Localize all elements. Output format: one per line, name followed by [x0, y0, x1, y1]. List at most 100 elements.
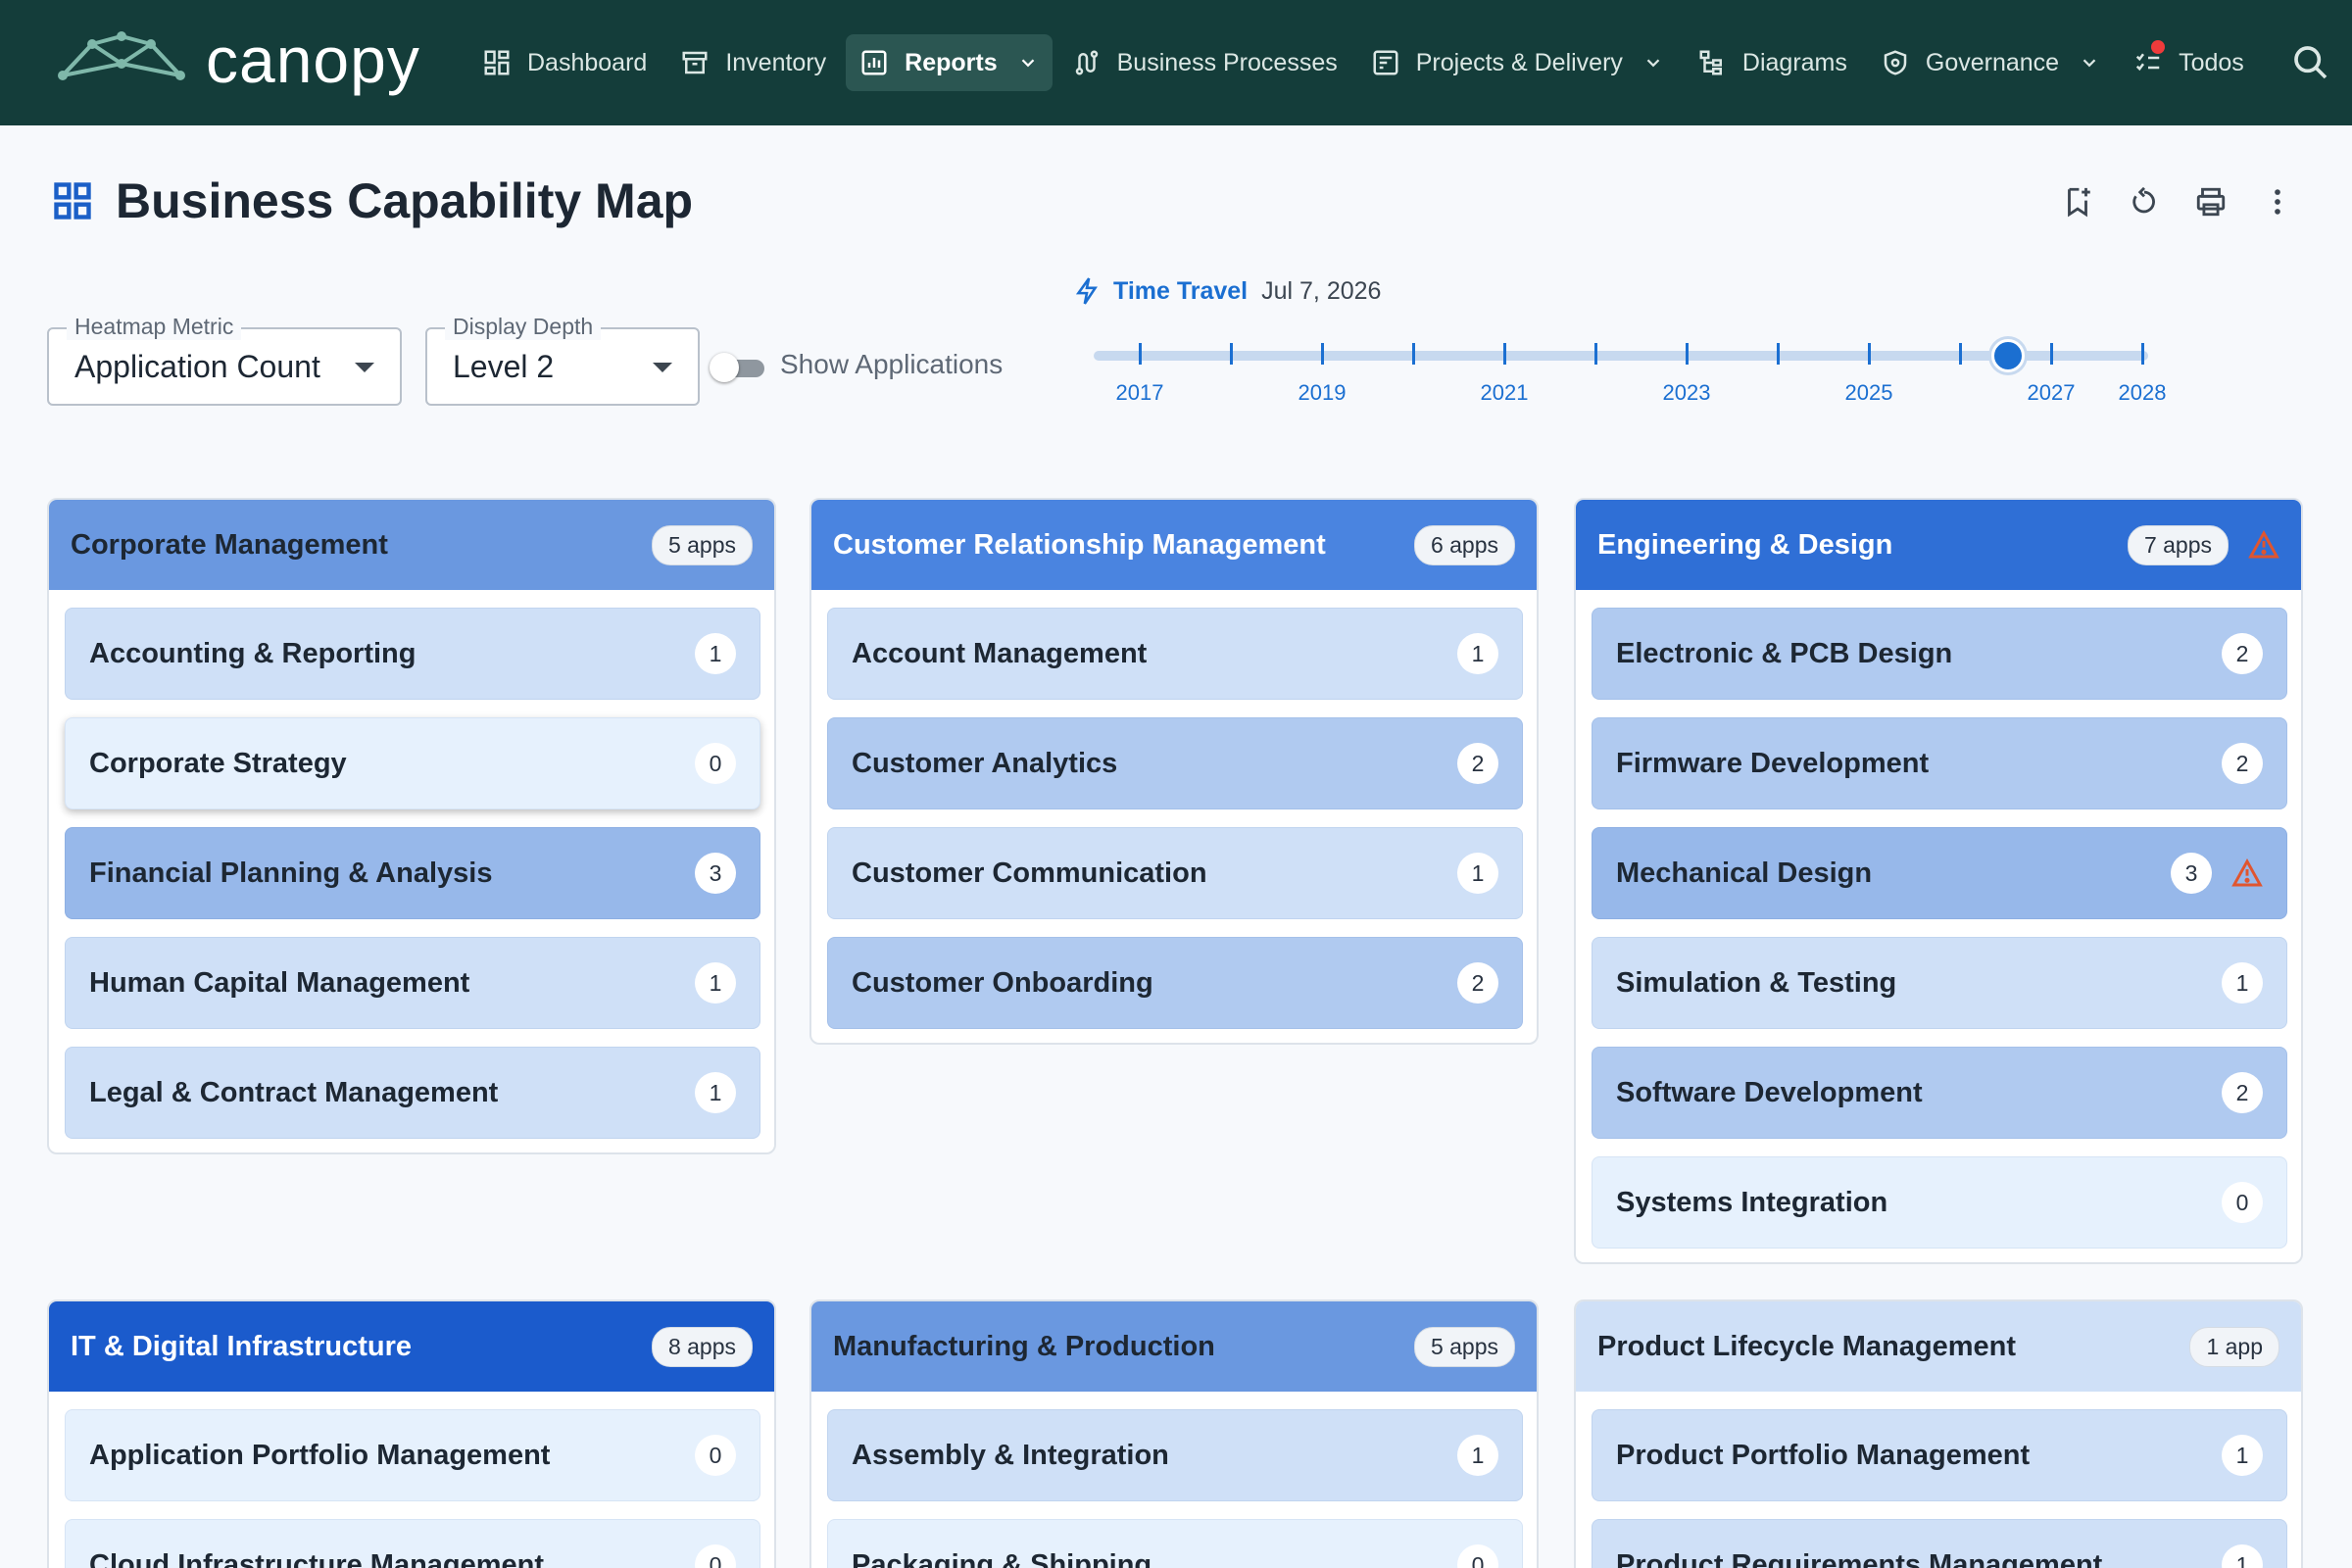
warning-icon	[2231, 858, 2263, 888]
nav-todos-label: Todos	[2179, 48, 2244, 76]
sub-capability-name: Electronic & PCB Design	[1616, 637, 1953, 669]
slider-tick	[1777, 343, 1780, 365]
slider-thumb[interactable]	[1990, 339, 2025, 372]
slider-tick	[1139, 343, 1142, 365]
sub-capability-name: Accounting & Reporting	[89, 637, 416, 669]
sub-capability[interactable]: Software Development 2	[1592, 1047, 2287, 1139]
nav-projects-delivery-label: Projects & Delivery	[1415, 48, 1623, 76]
nav-governance-label: Governance	[1925, 48, 2060, 76]
brand-name: canopy	[206, 24, 420, 96]
sub-capability[interactable]: Simulation & Testing 1	[1592, 937, 2287, 1029]
application-count-badge: 2	[1457, 743, 1498, 784]
show-applications-toggle[interactable]	[710, 353, 768, 382]
hierarchy-icon	[1697, 48, 1727, 77]
nav-reports[interactable]: Reports	[846, 34, 1053, 91]
nav-diagrams[interactable]: Diagrams	[1684, 34, 1861, 91]
sub-capability-name: Corporate Strategy	[89, 747, 347, 779]
capability-card-header[interactable]: Customer Relationship Management 6 apps	[811, 500, 1537, 590]
archive-icon	[680, 48, 710, 77]
sub-capability-name: Simulation & Testing	[1616, 966, 1897, 999]
nav-todos[interactable]: Todos	[2120, 34, 2258, 91]
nav-inventory[interactable]: Inventory	[666, 34, 840, 91]
capability-card: Product Lifecycle Management 1 app Product…	[1574, 1299, 2303, 1568]
application-count-badge: 1	[695, 962, 736, 1004]
sub-capability-name: Account Management	[852, 637, 1148, 669]
sub-capability[interactable]: Firmware Development 2	[1592, 717, 2287, 809]
slider-tick	[1959, 343, 1962, 365]
sub-capability-name: Human Capital Management	[89, 966, 470, 999]
bookmark-button[interactable]	[2058, 182, 2097, 221]
time-travel-slider[interactable]: 2017 2019 2021 2023 2025 2027 2028	[1094, 337, 2166, 406]
display-depth-select[interactable]: Display Depth Level 2	[425, 314, 700, 406]
sub-capability[interactable]: Legal & Contract Management 1	[65, 1047, 760, 1139]
heatmap-metric-label: Heatmap Metric	[67, 314, 242, 340]
sub-capability[interactable]: Customer Communication 1	[827, 827, 1523, 919]
sub-capability[interactable]: Account Management 1	[827, 608, 1523, 700]
capability-card-title: IT & Digital Infrastructure	[71, 1330, 413, 1362]
sub-capability[interactable]: Cloud Infrastructure Management 0	[65, 1519, 760, 1568]
capability-card-header[interactable]: IT & Digital Infrastructure 8 apps	[49, 1301, 774, 1392]
sub-capability[interactable]: Systems Integration 0	[1592, 1156, 2287, 1249]
capability-card-header[interactable]: Product Lifecycle Management 1 app	[1576, 1301, 2301, 1392]
sub-capability[interactable]: Electronic & PCB Design 2	[1592, 608, 2287, 700]
application-count-badge: 3	[2171, 853, 2212, 894]
heatmap-metric-select[interactable]: Heatmap Metric Application Count	[47, 314, 402, 406]
application-count-badge: 1	[695, 633, 736, 674]
application-count-badge: 1	[2222, 962, 2263, 1004]
capability-card-header[interactable]: Corporate Management 5 apps	[49, 500, 774, 590]
sub-capability-name: Assembly & Integration	[852, 1439, 1169, 1471]
sub-capability[interactable]: Customer Onboarding 2	[827, 937, 1523, 1029]
sub-capability-name: Mechanical Design	[1616, 857, 1873, 889]
sub-capability[interactable]: Product Requirements Management 1	[1592, 1519, 2287, 1568]
sub-capability-name: Product Requirements Management	[1616, 1548, 2103, 1568]
application-count-badge: 0	[1457, 1544, 1498, 1568]
sub-capability-name: Customer Onboarding	[852, 966, 1153, 999]
application-count-badge: 0	[695, 1544, 736, 1568]
sub-capability[interactable]: Assembly & Integration 1	[827, 1409, 1523, 1501]
sub-capability[interactable]: Mechanical Design 3	[1592, 827, 2287, 919]
slider-year-label: 2028	[2118, 380, 2167, 405]
sub-capability[interactable]: Application Portfolio Management 0	[65, 1409, 760, 1501]
apps-count-badge: 6 apps	[1413, 524, 1515, 565]
app-logo[interactable]: canopy	[57, 27, 420, 92]
sub-capability[interactable]: Financial Planning & Analysis 3	[65, 827, 760, 919]
application-count-badge: 1	[1457, 853, 1498, 894]
reset-button[interactable]	[2125, 182, 2164, 221]
sub-capability[interactable]: Product Portfolio Management 1	[1592, 1409, 2287, 1501]
application-count-badge: 2	[2222, 633, 2263, 674]
print-button[interactable]	[2191, 182, 2230, 221]
application-count-badge: 0	[695, 743, 736, 784]
lightning-icon	[1075, 277, 1098, 305]
nav-governance[interactable]: Governance	[1867, 34, 2114, 91]
capability-card-title: Manufacturing & Production	[833, 1330, 1215, 1362]
application-count-badge: 1	[695, 1072, 736, 1113]
slider-year-label: 2025	[1844, 380, 1893, 405]
more-vertical-icon	[2275, 189, 2280, 215]
sub-capability-name: Customer Analytics	[852, 747, 1118, 779]
capability-card-header[interactable]: Engineering & Design 7 apps	[1576, 500, 2301, 590]
sub-capability[interactable]: Packaging & Shipping 0	[827, 1519, 1523, 1568]
page-actions	[2058, 182, 2325, 221]
capability-card-header[interactable]: Manufacturing & Production 5 apps	[811, 1301, 1537, 1392]
slider-year-label: 2017	[1115, 380, 1164, 405]
sub-capability[interactable]: Corporate Strategy 0	[65, 717, 760, 809]
more-options-button[interactable]	[2258, 182, 2297, 221]
nav-business-processes[interactable]: Business Processes	[1058, 34, 1351, 91]
application-count-badge: 2	[2222, 743, 2263, 784]
search-button[interactable]	[2291, 43, 2330, 82]
sub-capability[interactable]: Accounting & Reporting 1	[65, 608, 760, 700]
slider-tick	[2050, 343, 2053, 365]
nav-dashboard[interactable]: Dashboard	[468, 34, 661, 91]
sub-capability-name: Systems Integration	[1616, 1186, 1888, 1218]
nav-inventory-label: Inventory	[725, 48, 827, 76]
sub-capability[interactable]: Human Capital Management 1	[65, 937, 760, 1029]
capability-card-title: Product Lifecycle Management	[1597, 1330, 2017, 1362]
caret-down-icon	[653, 363, 672, 372]
slider-tick	[1868, 343, 1871, 365]
slider-tick	[1594, 343, 1597, 365]
nav-projects-delivery[interactable]: Projects & Delivery	[1357, 34, 1678, 91]
sub-capability-name: Financial Planning & Analysis	[89, 857, 493, 889]
toggle-knob	[710, 353, 739, 382]
sub-capability[interactable]: Customer Analytics 2	[827, 717, 1523, 809]
shield-icon	[1881, 48, 1910, 77]
